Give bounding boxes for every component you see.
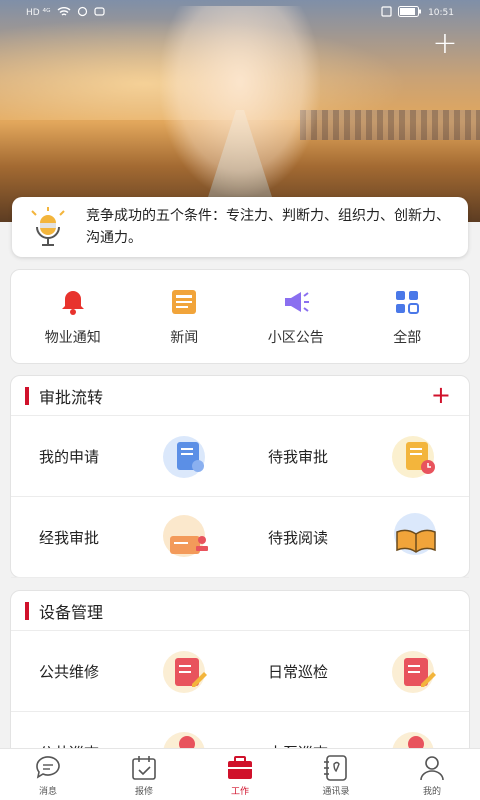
wifi-icon [57,6,71,20]
approval-section: 审批流转 + 我的申请 待我审批 经我审批 待我阅读 [10,375,470,578]
cell-label: 待我阅读 [268,528,329,547]
tab-label: 工作 [230,786,249,797]
quick-item-property-notice[interactable]: 物业通知 [23,287,123,347]
battery-icon [398,6,422,20]
section-accent-bar [25,601,29,620]
network-indicator: HD ⁴ᴳ [26,8,51,18]
tab-label: 报修 [134,786,153,797]
quick-item-label: 物业通知 [44,329,101,346]
add-plus-icon[interactable]: + [432,29,458,59]
notice-text: 竞争成功的五个条件：专注力、判断力、组织力、创新力、沟通力。 [86,208,450,246]
tab-contacts[interactable]: 通讯录 [296,753,376,797]
approved-icon [163,515,208,557]
tab-label: 通讯录 [322,786,350,797]
quick-menu: 物业通知 新闻 小区公告 全部 [10,269,470,364]
cell-label: 经我审批 [39,528,100,547]
cell-label: 我的申请 [39,447,100,466]
app-notification-icon [93,6,105,20]
tab-label: 消息 [38,786,57,797]
tab-messages[interactable]: 消息 [8,753,88,797]
cell-label: 公共维修 [39,662,100,681]
calendar-check-icon [132,755,156,780]
quick-item-label: 小区公告 [267,329,324,346]
edit-document-icon [392,651,436,693]
tab-me[interactable]: 我的 [392,753,472,797]
add-approval-button[interactable]: + [431,382,451,408]
section-title: 审批流转 [39,387,104,407]
clock: 10:51 [428,8,454,18]
application-icon [163,436,205,478]
notice-card[interactable]: 竞争成功的五个条件：专注力、判断力、组织力、创新力、沟通力。 [12,197,468,257]
pending-approval-icon [392,436,435,478]
section-header: 审批流转 + [11,376,469,416]
quick-item-news[interactable]: 新闻 [134,287,234,347]
quick-item-label: 全部 [393,329,422,346]
sync-icon [77,6,88,20]
person-icon [420,755,444,780]
approval-item-my-application[interactable]: 我的申请 [11,416,240,497]
bottom-tab-bar: 消息 报修 工作 通讯录 我的 [0,748,480,800]
edit-document-icon [163,651,207,693]
banner-hands [160,6,320,196]
approval-item-pending-approval[interactable]: 待我审批 [240,416,469,497]
banner-city [300,110,480,140]
section-header: 设备管理 [11,591,469,631]
newspaper-icon [172,289,197,314]
quick-item-all[interactable]: 全部 [357,287,457,347]
tab-label: 我的 [422,786,441,797]
contacts-icon [324,754,347,781]
hero-banner [0,0,480,222]
status-bar: HD ⁴ᴳ 10:51 [0,0,480,26]
megaphone-icon [284,291,309,312]
equipment-item-public-repair[interactable]: 公共维修 [11,631,240,712]
briefcase-icon [228,755,252,779]
microphone-icon [31,207,65,246]
message-icon [36,755,60,779]
tab-work[interactable]: 工作 [200,753,280,797]
equipment-item-daily-inspection[interactable]: 日常巡检 [240,631,469,712]
section-accent-bar [25,386,29,405]
quick-item-label: 新闻 [170,329,199,346]
quick-item-community-announcement[interactable]: 小区公告 [246,287,346,347]
cell-label: 待我审批 [268,447,329,466]
cell-label: 日常巡检 [268,662,329,681]
section-title: 设备管理 [39,602,104,622]
bell-icon [61,290,84,315]
nfc-icon [381,6,392,20]
grid-icon [396,290,420,314]
tab-repair[interactable]: 报修 [104,753,184,797]
approval-item-pending-read[interactable]: 待我阅读 [240,497,469,578]
book-icon [394,513,436,555]
approval-item-approved-by-me[interactable]: 经我审批 [11,497,240,578]
